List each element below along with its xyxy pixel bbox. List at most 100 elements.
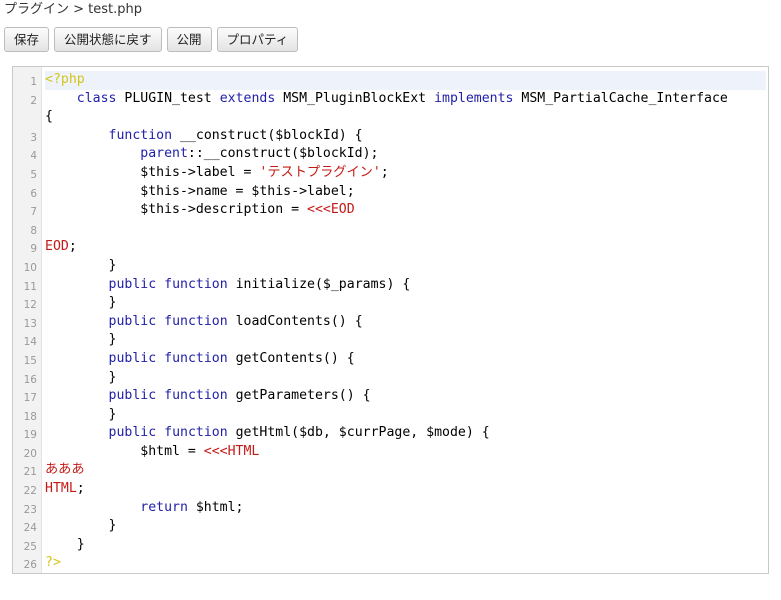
code-editor[interactable]: 1 <?php 2 class PLUGIN_test extends MSM_Pl…	[12, 66, 769, 574]
code-token: function	[164, 350, 228, 366]
code-text: HTML;	[45, 480, 766, 499]
code-line[interactable]: 21 あああ	[13, 461, 768, 480]
code-line[interactable]: 17 public function getParameters() {	[13, 387, 768, 406]
code-line[interactable]: 25 }	[13, 536, 768, 555]
code-token: {	[45, 109, 53, 125]
code-line[interactable]: 22 HTML;	[13, 480, 768, 499]
code-line[interactable]: 13 public function loadContents() {	[13, 313, 768, 332]
code-text: class PLUGIN_test extends MSM_PluginBloc…	[45, 90, 766, 127]
code-text: }	[45, 294, 766, 313]
code-line[interactable]: 24 }	[13, 517, 768, 536]
code-token: 'テストプラグイン'	[259, 164, 381, 180]
code-token: getContents() {	[227, 350, 355, 366]
code-line[interactable]: 6 $this->name = $this->label;	[13, 183, 768, 202]
code-token: あああ	[45, 462, 85, 478]
code-text: public function initialize($_params) {	[45, 276, 766, 295]
code-token: <?php	[45, 72, 85, 87]
code-line[interactable]: 3 function __construct($blockId) {	[13, 127, 768, 146]
code-text: parent::__construct($blockId);	[45, 145, 766, 164]
code-line[interactable]: 19 public function getHtml($db, $currPag…	[13, 424, 768, 443]
code-line[interactable]: 15 public function getContents() {	[13, 350, 768, 369]
code-line[interactable]: 1 <?php	[13, 71, 768, 90]
code-line[interactable]: 23 return $html;	[13, 499, 768, 518]
code-token: EOD	[45, 239, 69, 255]
code-token: function	[164, 388, 228, 404]
code-line[interactable]: 9 EOD;	[13, 238, 768, 257]
code-line[interactable]: 10 }	[13, 257, 768, 276]
code-token: $this->label =	[45, 164, 260, 180]
code-token: public	[108, 350, 157, 366]
code-token: }	[45, 518, 117, 534]
code-text: return $html;	[45, 499, 766, 518]
code-line[interactable]: 4 parent::__construct($blockId);	[13, 145, 768, 164]
code-token: }	[45, 369, 117, 385]
code-line[interactable]: 5 $this->label = 'テストプラグイン';	[13, 164, 768, 183]
code-lines: 1 <?php 2 class PLUGIN_test extends MSM_Pl…	[13, 71, 768, 573]
revert-to-published-button[interactable]: 公開状態に戻す	[54, 27, 162, 52]
code-text: $html = <<<HTML	[45, 443, 766, 462]
code-token: }	[45, 536, 85, 552]
save-button[interactable]: 保存	[4, 27, 50, 52]
code-text: あああ	[45, 461, 766, 480]
code-token: ?>	[45, 555, 61, 571]
code-token: MSM_PartialCache_Interface	[513, 90, 728, 106]
code-text: public function loadContents() {	[45, 313, 766, 332]
code-line[interactable]: 20 $html = <<<HTML	[13, 443, 768, 462]
breadcrumb: プラグイン > test.php	[4, 2, 142, 17]
code-token: function	[164, 313, 228, 329]
code-line[interactable]: 14 }	[13, 331, 768, 350]
code-line[interactable]: 16 }	[13, 369, 768, 388]
toolbar: 保存 公開状態に戻す 公開 プロパティ	[4, 27, 299, 52]
code-text: }	[45, 331, 766, 350]
code-text: }	[45, 257, 766, 276]
code-token: $html =	[45, 443, 204, 459]
code-token: $html;	[187, 499, 244, 515]
code-line[interactable]: 26 ?>	[13, 554, 768, 573]
line-number: 26	[23, 559, 37, 572]
code-token: }	[45, 257, 117, 273]
code-line[interactable]: 7 $this->description = <<<EOD	[13, 201, 768, 220]
code-token: implements	[434, 90, 514, 106]
code-text: $this->description = <<<EOD	[45, 201, 766, 220]
code-token: MSM_PluginBlockExt	[275, 90, 435, 106]
code-text: EOD;	[45, 238, 766, 257]
properties-button[interactable]: プロパティ	[216, 27, 299, 52]
code-line[interactable]: 8	[13, 220, 768, 239]
code-text: }	[45, 369, 766, 388]
code-line[interactable]: 12 }	[13, 294, 768, 313]
code-token: initialize($_params) {	[227, 276, 411, 292]
code-text: $this->name = $this->label;	[45, 183, 766, 202]
code-token: return	[140, 499, 188, 515]
publish-button[interactable]: 公開	[166, 27, 212, 52]
code-token: ;	[380, 164, 389, 180]
code-token: <<<HTML	[203, 443, 260, 459]
code-token: public	[108, 276, 157, 292]
code-token: ;	[68, 239, 77, 255]
code-token: loadContents() {	[227, 313, 363, 329]
code-line[interactable]: 18 }	[13, 406, 768, 425]
code-token: }	[45, 332, 117, 348]
code-token: }	[45, 295, 117, 311]
code-token: extends	[219, 90, 276, 106]
code-token: ::__construct($blockId);	[187, 146, 379, 162]
code-text: <?php	[45, 71, 766, 90]
code-token: function	[164, 276, 228, 292]
code-text: $this->label = 'テストプラグイン';	[45, 164, 766, 183]
code-line[interactable]: 11 public function initialize($_params) …	[13, 276, 768, 295]
code-line[interactable]: 2 class PLUGIN_test extends MSM_PluginBl…	[13, 90, 768, 127]
code-text: }	[45, 406, 766, 425]
code-token: getHtml($db, $currPage, $mode) {	[227, 425, 490, 441]
code-text: function __construct($blockId) {	[45, 127, 766, 146]
